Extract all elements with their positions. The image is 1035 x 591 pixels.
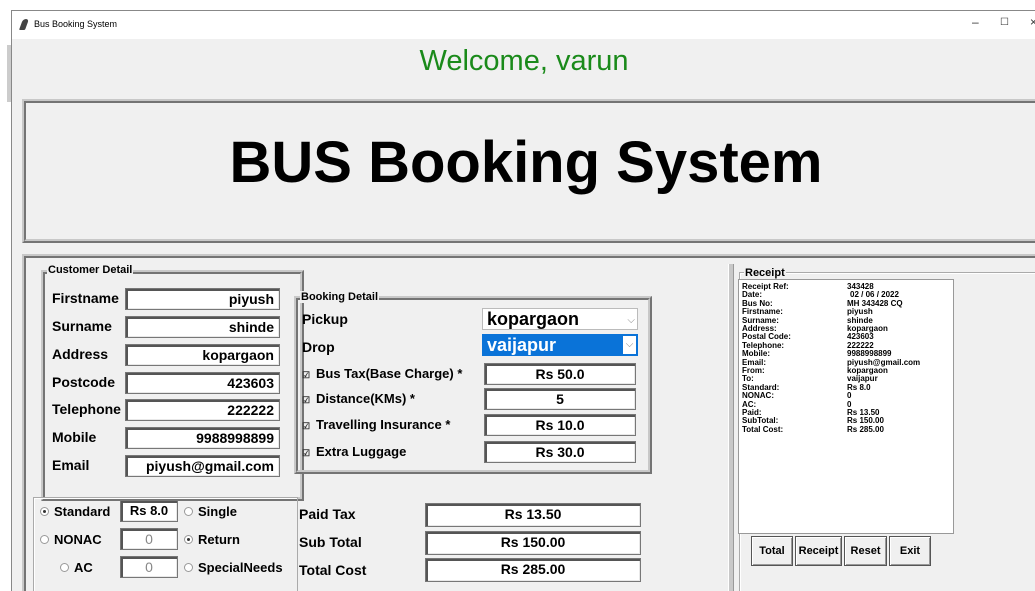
minimize-button[interactable]: – [972,15,979,29]
bus-tax-label: Bus Tax(Base Charge) * [316,366,463,381]
drop-label: Drop [302,339,335,355]
chevron-down-icon[interactable]: ⌵ [623,336,636,354]
radio-off-icon [184,507,193,516]
panel-divider [728,264,734,591]
ac-label: AC [74,560,93,575]
total-cost-field[interactable]: Rs 285.00 [425,558,641,582]
luggage-checkbox[interactable]: ☑ Extra Luggage [302,444,406,459]
mobile-label: Mobile [52,429,97,445]
telephone-label: Telephone [52,401,121,417]
postcode-field[interactable]: 423603 [125,372,280,394]
receipt-value: 0 [847,391,852,401]
radio-on-icon [184,535,193,544]
total-cost-label: Total Cost [299,562,367,578]
title-bar: Bus Booking System – ☐ × [12,11,1035,39]
receipt-key: NONAC: [742,391,774,401]
drop-dropdown[interactable]: vaijapur ⌵ [482,334,638,356]
insurance-checkbox[interactable]: ☑ Travelling Insurance * [302,417,450,432]
radio-off-icon [60,563,69,572]
standard-radio[interactable]: Standard [40,504,110,519]
pickup-dropdown[interactable]: kopargaon ⌵ [482,308,638,330]
paid-tax-field[interactable]: Rs 13.50 [425,503,641,527]
receipt-text-area[interactable]: Receipt Ref: 343428 Date: 02 / 06 / 2022 Bus… [738,279,954,534]
address-field[interactable]: kopargaon [125,344,280,366]
receipt-key: Firstname: [742,307,783,317]
check-icon: ☑ [302,448,311,458]
receipt-button[interactable]: Receipt [795,536,842,566]
receipt-value: Rs 285.00 [847,424,884,434]
standard-label: Standard [54,504,111,519]
return-label: Return [198,532,240,547]
single-radio[interactable]: Single [184,504,237,519]
sub-total-label: Sub Total [299,534,362,550]
radio-off-icon [184,563,193,572]
paid-tax-label: Paid Tax [299,506,356,522]
app-window: Bus Booking System – ☐ × Welcome, varun … [11,10,1035,591]
radio-off-icon [40,535,49,544]
email-field[interactable]: piyush@gmail.com [125,455,280,477]
mobile-field[interactable]: 9988998899 [125,427,280,449]
pickup-value: kopargaon [487,309,580,329]
total-button[interactable]: Total [751,536,793,566]
firstname-label: Firstname [52,290,119,306]
ac-radio[interactable]: AC [60,560,93,575]
window-title: Bus Booking System [34,19,118,29]
exit-button[interactable]: Exit [889,536,931,566]
sub-total-field[interactable]: Rs 150.00 [425,531,641,555]
luggage-label: Extra Luggage [316,444,407,459]
chevron-down-icon[interactable]: ⌵ [627,311,635,331]
nonac-radio[interactable]: NONAC [40,532,102,547]
receipt-value: piyush [847,307,873,317]
nonac-fare-field[interactable]: 0 [120,528,178,550]
check-icon: ☑ [302,395,311,405]
feather-icon [18,19,30,30]
firstname-field[interactable]: piyush [125,288,280,310]
reset-button[interactable]: Reset [844,536,887,566]
surname-label: Surname [52,318,112,334]
surname-field[interactable]: shinde [125,316,280,338]
distance-label: Distance(KMs) * [316,391,415,406]
insurance-field[interactable]: Rs 10.0 [484,414,636,436]
check-icon: ☑ [302,421,311,431]
ac-fare-field[interactable]: 0 [120,556,178,578]
email-label: Email [52,457,90,473]
receipt-key: Total Cost: [742,424,784,434]
customer-detail-legend: Customer Detail [47,264,134,276]
receipt-value: 9988998899 [847,349,892,359]
drop-value: vaijapur [487,335,557,355]
receipt-legend: Receipt [744,267,786,279]
standard-fare-field[interactable]: Rs 8.0 [120,500,178,522]
return-radio[interactable]: Return [184,532,240,547]
check-icon: ☑ [302,370,311,380]
title-banner: BUS Booking System [22,99,1035,243]
special-needs-label: SpecialNeeds [198,560,283,575]
luggage-field[interactable]: Rs 30.0 [484,441,636,463]
maximize-button[interactable]: ☐ [1000,17,1009,28]
nonac-label: NONAC [54,532,102,547]
distance-checkbox[interactable]: ☑ Distance(KMs) * [302,391,415,406]
radio-on-icon [40,507,49,516]
postcode-label: Postcode [52,374,116,390]
close-button[interactable]: × [1030,15,1035,29]
special-needs-radio[interactable]: SpecialNeeds [184,560,283,575]
address-label: Address [52,346,109,362]
single-label: Single [198,504,238,519]
distance-field[interactable]: 5 [484,388,636,410]
bus-tax-field[interactable]: Rs 50.0 [484,363,636,385]
receipt-key: Mobile: [742,349,770,359]
pickup-label: Pickup [302,311,348,327]
welcome-message: Welcome, varun [419,45,629,77]
telephone-field[interactable]: 222222 [125,399,280,421]
app-heading: BUS Booking System [229,130,823,195]
bus-tax-checkbox[interactable]: ☑ Bus Tax(Base Charge) * [302,366,462,381]
booking-detail-legend: Booking Detail [300,291,380,303]
insurance-label: Travelling Insurance * [316,417,451,432]
